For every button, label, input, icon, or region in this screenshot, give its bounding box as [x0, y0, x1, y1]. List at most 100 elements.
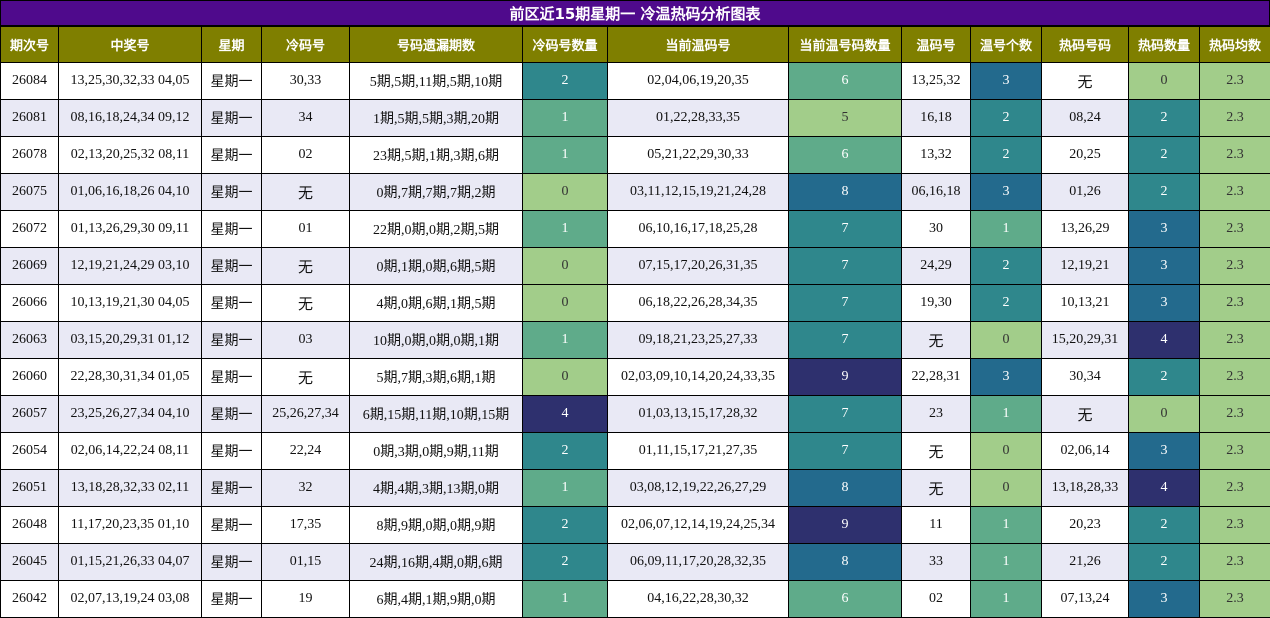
draw-cell: 12,19,21,24,29 03,10 — [59, 248, 202, 285]
cold-cell: 30,33 — [262, 63, 350, 100]
table-row: 2605723,25,26,27,34 04,10星期一25,26,27,346… — [1, 396, 1270, 433]
warm-current-cell: 06,18,22,26,28,34,35 — [608, 285, 789, 322]
cold-cell: 34 — [262, 100, 350, 137]
warm-cell: 06,16,18 — [902, 174, 971, 211]
hot-cell: 10,13,21 — [1042, 285, 1129, 322]
issue-cell: 26051 — [1, 470, 59, 507]
draw-cell: 02,13,20,25,32 08,11 — [59, 137, 202, 174]
miss-cell: 0期,7期,7期,7期,2期 — [350, 174, 523, 211]
draw-cell: 02,07,13,19,24 03,08 — [59, 581, 202, 618]
warm-current-cell: 01,11,15,17,21,27,35 — [608, 433, 789, 470]
cold-count-cell: 1 — [523, 581, 608, 618]
table-row: 2604202,07,13,19,24 03,08星期一196期,4期,1期,9… — [1, 581, 1270, 618]
column-header: 冷码号 — [262, 27, 350, 63]
column-header: 号码遗漏期数 — [350, 27, 523, 63]
hot-cell: 20,23 — [1042, 507, 1129, 544]
column-header: 温码号 — [902, 27, 971, 63]
warm-current-count-cell: 9 — [789, 507, 902, 544]
warm-current-count-cell: 8 — [789, 174, 902, 211]
issue-cell: 26072 — [1, 211, 59, 248]
hot-cell: 02,06,14 — [1042, 433, 1129, 470]
weekday-cell: 星期一 — [202, 507, 262, 544]
hot-cell: 12,19,21 — [1042, 248, 1129, 285]
warm-count-cell: 0 — [971, 322, 1042, 359]
warm-current-cell: 02,03,09,10,14,20,24,33,35 — [608, 359, 789, 396]
warm-current-cell: 07,15,17,20,26,31,35 — [608, 248, 789, 285]
miss-cell: 5期,5期,11期,5期,10期 — [350, 63, 523, 100]
hot-cell: 07,13,24 — [1042, 581, 1129, 618]
miss-cell: 6期,4期,1期,9期,0期 — [350, 581, 523, 618]
weekday-cell: 星期一 — [202, 581, 262, 618]
weekday-cell: 星期一 — [202, 470, 262, 507]
cold-cell: 无 — [262, 285, 350, 322]
cold-count-cell: 0 — [523, 174, 608, 211]
issue-cell: 26075 — [1, 174, 59, 211]
hot-avg-cell: 2.3 — [1200, 248, 1270, 285]
issue-cell: 26057 — [1, 396, 59, 433]
table-title: 前区近15期星期一 冷温热码分析图表 — [0, 0, 1270, 26]
hot-avg-cell: 2.3 — [1200, 285, 1270, 322]
warm-cell: 无 — [902, 470, 971, 507]
table-row: 2606022,28,30,31,34 01,05星期一无5期,7期,3期,6期… — [1, 359, 1270, 396]
hot-count-cell: 3 — [1129, 211, 1200, 248]
hot-cell: 20,25 — [1042, 137, 1129, 174]
issue-cell: 26042 — [1, 581, 59, 618]
cold-count-cell: 0 — [523, 248, 608, 285]
cold-count-cell: 0 — [523, 285, 608, 322]
warm-current-count-cell: 6 — [789, 581, 902, 618]
hot-count-cell: 0 — [1129, 63, 1200, 100]
cold-cell: 01 — [262, 211, 350, 248]
weekday-cell: 星期一 — [202, 248, 262, 285]
weekday-cell: 星期一 — [202, 322, 262, 359]
column-header: 当前温码号 — [608, 27, 789, 63]
warm-current-cell: 03,08,12,19,22,26,27,29 — [608, 470, 789, 507]
warm-count-cell: 0 — [971, 470, 1042, 507]
column-header: 热码号码 — [1042, 27, 1129, 63]
issue-cell: 26048 — [1, 507, 59, 544]
warm-current-count-cell: 7 — [789, 396, 902, 433]
hot-avg-cell: 2.3 — [1200, 174, 1270, 211]
hot-count-cell: 2 — [1129, 507, 1200, 544]
hot-count-cell: 2 — [1129, 544, 1200, 581]
hot-avg-cell: 2.3 — [1200, 359, 1270, 396]
weekday-cell: 星期一 — [202, 137, 262, 174]
hot-cell: 13,18,28,33 — [1042, 470, 1129, 507]
warm-current-cell: 05,21,22,29,30,33 — [608, 137, 789, 174]
hot-count-cell: 2 — [1129, 137, 1200, 174]
table-row: 2606303,15,20,29,31 01,12星期一0310期,0期,0期,… — [1, 322, 1270, 359]
cold-cell: 22,24 — [262, 433, 350, 470]
hot-cell: 无 — [1042, 63, 1129, 100]
hot-avg-cell: 2.3 — [1200, 137, 1270, 174]
miss-cell: 6期,15期,11期,10期,15期 — [350, 396, 523, 433]
hot-avg-cell: 2.3 — [1200, 322, 1270, 359]
hot-count-cell: 3 — [1129, 285, 1200, 322]
draw-cell: 22,28,30,31,34 01,05 — [59, 359, 202, 396]
warm-count-cell: 1 — [971, 396, 1042, 433]
miss-cell: 24期,16期,4期,0期,6期 — [350, 544, 523, 581]
table-row: 2608413,25,30,32,33 04,05星期一30,335期,5期,1… — [1, 63, 1270, 100]
warm-count-cell: 3 — [971, 63, 1042, 100]
draw-cell: 08,16,18,24,34 09,12 — [59, 100, 202, 137]
warm-current-cell: 04,16,22,28,30,32 — [608, 581, 789, 618]
draw-cell: 01,06,16,18,26 04,10 — [59, 174, 202, 211]
weekday-cell: 星期一 — [202, 544, 262, 581]
miss-cell: 23期,5期,1期,3期,6期 — [350, 137, 523, 174]
hot-avg-cell: 2.3 — [1200, 433, 1270, 470]
cold-cell: 无 — [262, 248, 350, 285]
warm-current-cell: 06,09,11,17,20,28,32,35 — [608, 544, 789, 581]
hot-count-cell: 2 — [1129, 174, 1200, 211]
issue-cell: 26063 — [1, 322, 59, 359]
table-row: 2608108,16,18,24,34 09,12星期一341期,5期,5期,3… — [1, 100, 1270, 137]
warm-cell: 13,25,32 — [902, 63, 971, 100]
warm-current-count-cell: 7 — [789, 248, 902, 285]
miss-cell: 0期,3期,0期,9期,11期 — [350, 433, 523, 470]
hot-count-cell: 2 — [1129, 359, 1200, 396]
hot-avg-cell: 2.3 — [1200, 544, 1270, 581]
cold-count-cell: 2 — [523, 63, 608, 100]
table-row: 2604811,17,20,23,35 01,10星期一17,358期,9期,0… — [1, 507, 1270, 544]
cold-cell: 19 — [262, 581, 350, 618]
warm-count-cell: 3 — [971, 174, 1042, 211]
table-row: 2606912,19,21,24,29 03,10星期一无0期,1期,0期,6期… — [1, 248, 1270, 285]
warm-cell: 无 — [902, 433, 971, 470]
table-row: 2604501,15,21,26,33 04,07星期一01,1524期,16期… — [1, 544, 1270, 581]
